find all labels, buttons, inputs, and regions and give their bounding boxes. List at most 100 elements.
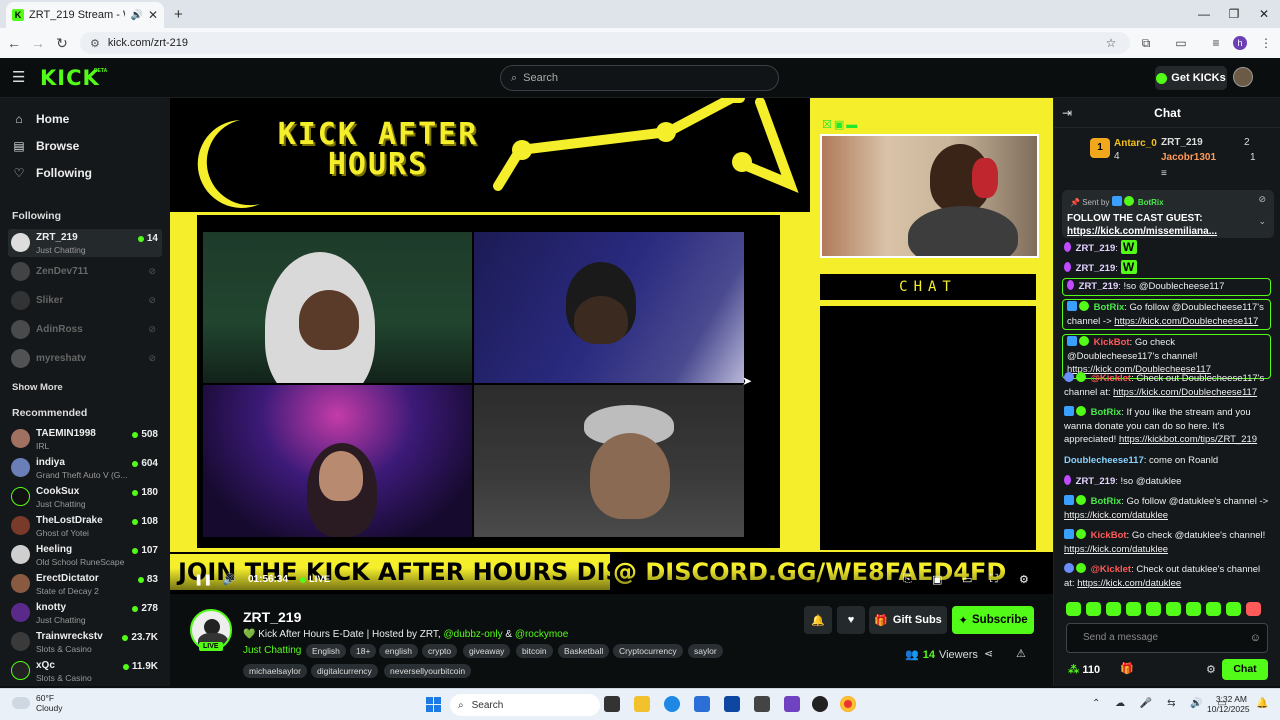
weather-widget[interactable]: 60°F Cloudy <box>12 693 62 713</box>
emote-icon[interactable] <box>1106 602 1121 616</box>
chat-link[interactable]: https://kick.com/Doublecheese117 <box>1113 387 1257 398</box>
unpin-icon[interactable]: ⊘ <box>1258 194 1266 205</box>
search-input[interactable]: ⌕ Search <box>500 65 779 91</box>
taskbar-clock[interactable]: 3:32 AM 10/12/2025 <box>1207 694 1250 714</box>
chat-message-input[interactable]: Send a message ☺ <box>1066 623 1268 653</box>
tag[interactable]: Cryptocurrency <box>613 644 683 658</box>
get-kicks-button[interactable]: Get KICKs <box>1155 66 1227 90</box>
chat-username[interactable]: Doublecheese117 <box>1064 455 1144 466</box>
speaker-icon[interactable]: 🔊 <box>130 10 142 21</box>
chat-username[interactable]: BotRix <box>1091 407 1122 418</box>
chat-link[interactable]: https://kick.com/datuklee <box>1064 544 1168 555</box>
gift-subs-button[interactable]: 🎁 Gift Subs <box>869 606 947 634</box>
channel-item[interactable]: CookSux Just Chatting 180 <box>8 483 162 511</box>
extensions-icon[interactable]: ⧉ <box>1137 34 1155 52</box>
channel-item[interactable]: ZRT_219 Just Chatting 14 <box>8 229 162 257</box>
store-icon[interactable] <box>694 696 710 712</box>
channel-item[interactable]: Trainwreckstv Slots & Casino 23.7K <box>8 628 162 656</box>
channel-item[interactable]: TAEMIN1998 IRL 508 <box>8 425 162 453</box>
chat-username[interactable]: ZRT_219 <box>1079 281 1119 292</box>
site-info-icon[interactable]: ⚙ <box>90 37 100 50</box>
channel-item[interactable]: ZenDev711 ⊘ <box>8 258 162 286</box>
emote-icon[interactable] <box>1146 602 1161 616</box>
media-controls-icon[interactable]: ≡ <box>1207 34 1225 52</box>
tag[interactable]: giveaway <box>463 644 511 658</box>
reload-icon[interactable]: ↻ <box>50 35 74 52</box>
category-link[interactable]: Just Chatting <box>243 645 301 656</box>
chat-username[interactable]: KickBot <box>1091 530 1127 541</box>
forward-icon[interactable]: → <box>26 35 50 51</box>
tag[interactable]: michaelsaylor <box>243 664 307 678</box>
windows-start-icon[interactable] <box>426 697 441 712</box>
notification-bell-icon[interactable]: 🔔 <box>1256 698 1268 709</box>
browser-menu-icon[interactable]: ⋮ <box>1257 34 1275 52</box>
file-explorer-icon[interactable] <box>634 696 650 712</box>
emote-icon[interactable] <box>1226 602 1241 616</box>
hamburger-menu-icon[interactable]: ☰ <box>12 70 30 86</box>
channel-item[interactable]: Sliker ⊘ <box>8 287 162 315</box>
channel-item[interactable]: indiya Grand Theft Auto V (G... 604 <box>8 454 162 482</box>
notification-bell-button[interactable]: 🔔 <box>804 606 832 634</box>
tag[interactable]: digitalcurrency <box>311 664 378 678</box>
kick-logo[interactable]: KICK <box>40 66 100 90</box>
chat-username[interactable]: BotRix <box>1091 496 1122 507</box>
pause-icon[interactable]: ❚❚ <box>194 573 212 586</box>
tag[interactable]: English <box>306 644 346 658</box>
chat-username[interactable]: @Kicklet <box>1091 564 1131 575</box>
window-close-icon[interactable]: ✕ <box>1248 0 1280 28</box>
tag[interactable]: bitcoin <box>516 644 553 658</box>
send-chat-button[interactable]: Chat <box>1222 659 1268 680</box>
chat-link[interactable]: https://kickbot.com/tips/ZRT_219 <box>1119 434 1257 445</box>
settings-gear-icon[interactable]: ⚙ <box>1019 573 1029 586</box>
volume-icon[interactable]: 🔊 <box>222 573 236 586</box>
chevron-down-icon[interactable]: ⌄ <box>1258 216 1266 227</box>
chrome-icon[interactable] <box>840 696 856 712</box>
emote-icon[interactable] <box>1066 602 1081 616</box>
channel-item[interactable]: Heeling Old School RuneScape 107 <box>8 541 162 569</box>
back-icon[interactable]: ← <box>2 35 26 51</box>
tag[interactable]: crypto <box>422 644 458 658</box>
chat-username[interactable]: BotRix <box>1094 302 1125 313</box>
video-player[interactable]: KICK AFTER HOURS ☒▣▬ CHAT ❚❚ 🔊 01:56:34 … <box>170 98 1053 594</box>
clip-icon[interactable]: ⎘ <box>903 573 912 586</box>
browser-tab[interactable]: K ZRT_219 Stream - Watch Li... 🔊 ✕ <box>6 2 164 28</box>
channel-item[interactable]: myreshatv ⊘ <box>8 345 162 373</box>
sidebar-item-following[interactable]: ♡ Following <box>12 166 92 180</box>
sidebar-item-browse[interactable]: ▤ Browse <box>12 139 79 153</box>
chat-username[interactable]: ZRT_219 <box>1076 243 1116 254</box>
tag[interactable]: english <box>379 644 418 658</box>
chat-link[interactable]: https://kick.com/datuklee <box>1077 578 1181 589</box>
channel-points[interactable]: ⁂ 110 <box>1068 663 1100 676</box>
subscribe-button[interactable]: ✦ Subscribe <box>952 606 1034 634</box>
edge-browser-icon[interactable] <box>664 696 680 712</box>
show-more-link[interactable]: Show More <box>12 382 63 393</box>
bookmark-star-icon[interactable]: ☆ <box>1102 34 1120 52</box>
profile-avatar[interactable]: h <box>1233 36 1247 50</box>
mention-link[interactable]: @dubbz-only <box>444 629 503 640</box>
task-view-icon[interactable] <box>604 696 620 712</box>
code-editor-icon[interactable] <box>724 696 740 712</box>
picture-in-picture-icon[interactable]: ▭ <box>962 573 972 586</box>
user-avatar[interactable] <box>1233 67 1253 87</box>
channel-item[interactable]: TheLostDrake Ghost of Yotei 108 <box>8 512 162 540</box>
chat-username[interactable]: ZRT_219 <box>1076 263 1116 274</box>
sidebar-item-home[interactable]: ⌂ Home <box>12 112 69 126</box>
pinned-message[interactable]: 📌 Sent by BotRix ⊘ FOLLOW THE CAST GUEST… <box>1062 190 1274 238</box>
tag[interactable]: saylor <box>688 644 723 658</box>
chat-username[interactable]: KickBot <box>1094 337 1130 348</box>
channel-item[interactable]: xQc Slots & Casino 11.9K <box>8 657 162 685</box>
chat-username[interactable]: ZRT_219 <box>1076 476 1116 487</box>
close-tab-icon[interactable]: ✕ <box>148 8 158 22</box>
new-tab-button[interactable]: + <box>170 2 187 28</box>
emote-icon[interactable] <box>1206 602 1221 616</box>
sidebar-icon[interactable]: ▭ <box>1172 34 1190 52</box>
tag[interactable]: Basketball <box>558 644 610 658</box>
tag[interactable]: 18+ <box>350 644 377 658</box>
report-icon[interactable]: ⚠ <box>1016 647 1026 660</box>
channel-item[interactable]: ErectDictator State of Decay 2 83 <box>8 570 162 598</box>
emote-icon[interactable] <box>1246 602 1261 616</box>
maximize-icon[interactable]: ❐ <box>1218 0 1250 28</box>
taskbar-search[interactable]: ⌕ Search <box>450 694 600 716</box>
expand-leaderboard-icon[interactable]: ≡ <box>1161 168 1167 179</box>
share-icon[interactable]: ⋖ <box>984 647 993 660</box>
